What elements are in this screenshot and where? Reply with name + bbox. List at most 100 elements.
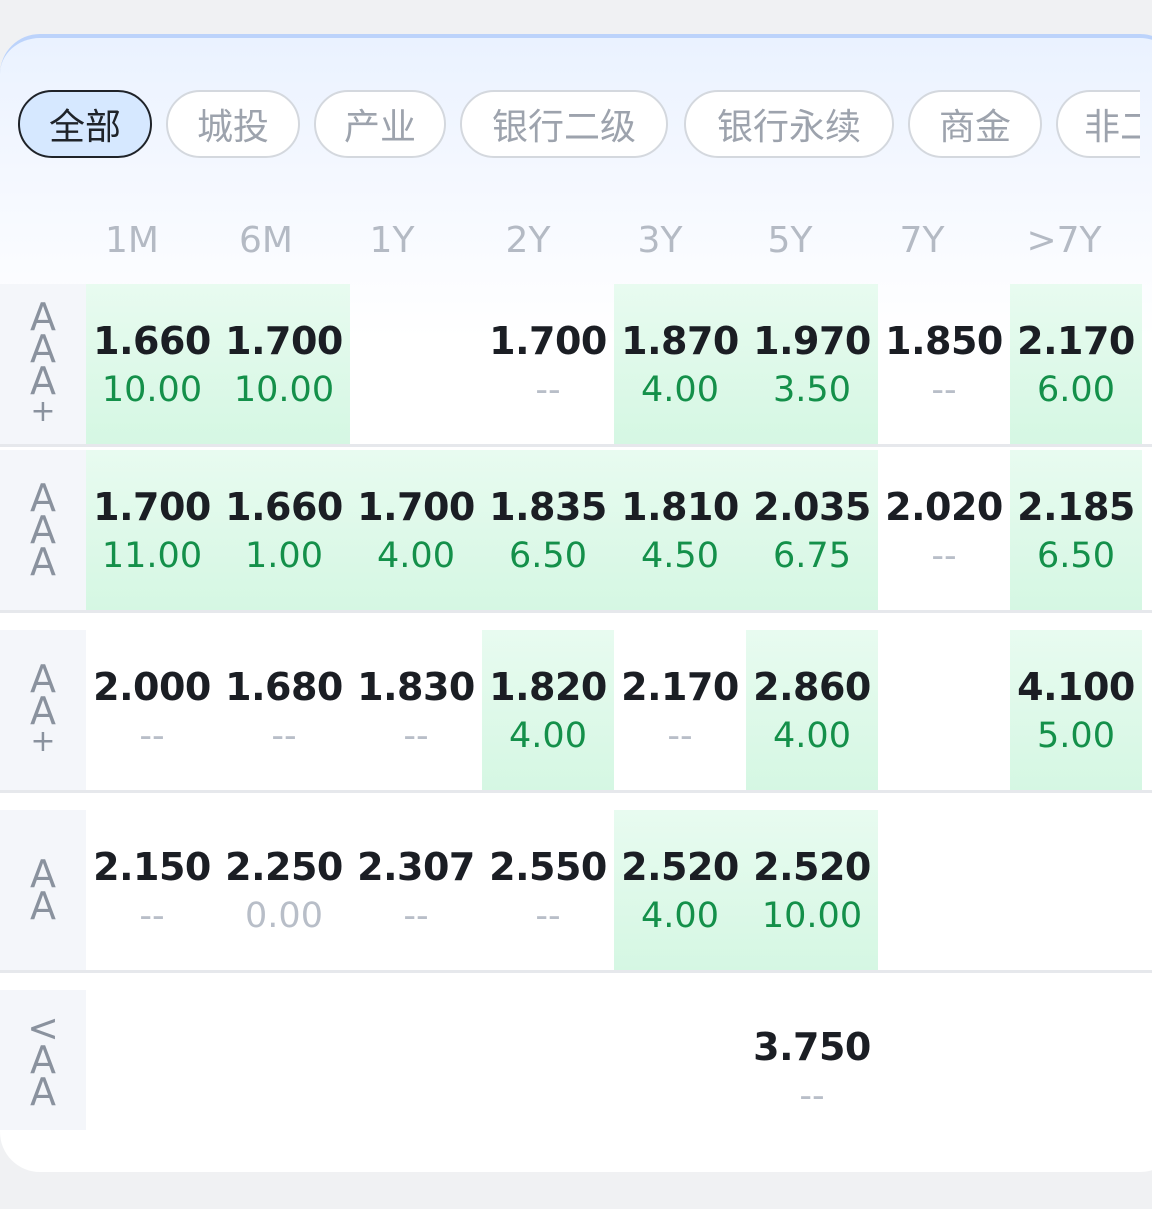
rating-label-char: A [30,540,56,584]
rating-label-char: A [30,359,56,403]
volume-value: 0.00 [245,896,323,936]
tenor-header[interactable]: >7Y [998,220,1130,261]
tab-label: 银行二级 [491,107,636,148]
rating-label: AA [0,810,86,970]
volume-value: -- [799,1076,825,1116]
quote-cell[interactable]: 1.810 4.50 [614,450,746,610]
quote-cell[interactable]: 1.830 -- [350,630,482,790]
quote-cell[interactable]: 2.250 0.00 [218,810,350,970]
tab-4[interactable]: 银行永续 [684,90,894,158]
quote-cell[interactable]: 1.700 10.00 [218,284,350,444]
tab-5[interactable]: 商金 [908,90,1042,158]
yield-value: 2.550 [489,845,607,889]
quote-cell[interactable]: 2.035 6.75 [746,450,878,610]
tenor-header[interactable]: 1Y [326,220,458,261]
quote-cell[interactable]: 1.850 -- [878,284,1010,444]
yield-value: 1.660 [93,319,211,363]
row-divider [0,444,1152,447]
quote-cell[interactable]: 3.750 -- [746,990,878,1150]
volume-value: 1.00 [245,536,323,576]
tenor-header[interactable]: 1M [66,220,198,261]
quote-cell[interactable]: 2.170 -- [614,630,746,790]
yield-value: 1.700 [489,319,607,363]
tab-6[interactable]: 非二 [1056,90,1140,158]
yield-value: 2.520 [753,845,871,889]
volume-value: 4.50 [641,536,719,576]
volume-value: 11.00 [101,536,203,576]
yield-value: 1.810 [621,485,739,529]
quote-cell[interactable]: 1.870 4.00 [614,284,746,444]
rating-label-char: A [30,884,56,928]
tenor-header[interactable]: 5Y [724,220,856,261]
volume-value: -- [535,896,561,936]
volume-value: 4.00 [509,716,587,756]
tenor-header[interactable]: 7Y [856,220,988,261]
tab-3[interactable]: 银行二级 [460,90,668,158]
volume-value: -- [667,716,693,756]
yield-value: 1.835 [489,485,607,529]
volume-value: 4.00 [377,536,455,576]
yield-value: 1.970 [753,319,871,363]
volume-value: -- [931,536,957,576]
volume-value: -- [139,716,165,756]
tenor-header[interactable]: 2Y [462,220,594,261]
tab-2[interactable]: 产业 [314,90,446,158]
yield-value: 1.820 [489,665,607,709]
volume-value: 10.00 [761,896,863,936]
yield-value: 2.307 [357,845,475,889]
rating-label-char: + [30,724,56,759]
tab-0[interactable]: 全部 [18,90,152,158]
yield-value: 2.035 [753,485,871,529]
tab-label: 产业 [343,107,416,148]
yield-value: 4.100 [1017,665,1135,709]
tab-label: 银行永续 [716,107,861,148]
rating-label: < A A [0,990,86,1130]
rating-label-char: A [30,1070,56,1114]
tab-1[interactable]: 城投 [166,90,300,158]
yield-value: 2.250 [225,845,343,889]
quote-cell[interactable]: 2.520 4.00 [614,810,746,970]
quote-cell[interactable]: 2.000 -- [86,630,218,790]
quote-cell[interactable]: 1.700 -- [482,284,614,444]
quote-cell[interactable]: 1.970 3.50 [746,284,878,444]
row-divider [0,610,1152,613]
yield-value: 2.860 [753,665,871,709]
quote-cell[interactable]: 1.700 4.00 [350,450,482,610]
quote-cell[interactable]: 1.700 11.00 [86,450,218,610]
volume-value: -- [139,896,165,936]
yield-value: 1.850 [885,319,1003,363]
volume-value: 6.50 [509,536,587,576]
tab-label: 商金 [938,107,1011,148]
quote-cell[interactable]: 2.150 -- [86,810,218,970]
rating-label-char: + [30,394,56,429]
quote-cell[interactable]: 1.660 10.00 [86,284,218,444]
tenor-header[interactable]: 6M [200,220,332,261]
volume-value: -- [271,716,297,756]
row-divider [0,790,1152,793]
volume-value: -- [403,716,429,756]
quote-cell[interactable]: 1.680 -- [218,630,350,790]
volume-value: 10.00 [101,370,203,410]
yield-value: 3.750 [753,1025,871,1069]
quote-cell[interactable]: 2.550 -- [482,810,614,970]
quote-cell[interactable]: 2.185 6.50 [1010,450,1142,610]
quote-cell[interactable]: 1.835 6.50 [482,450,614,610]
quote-cell[interactable]: 1.660 1.00 [218,450,350,610]
quote-cell[interactable]: 2.020 -- [878,450,1010,610]
tab-label: 城投 [196,107,269,148]
quote-cell[interactable]: 2.307 -- [350,810,482,970]
quote-cell[interactable]: 1.820 4.00 [482,630,614,790]
yield-value: 2.150 [93,845,211,889]
quote-cell[interactable]: 4.100 5.00 [1010,630,1142,790]
yield-value: 1.680 [225,665,343,709]
quote-matrix-card: 全部城投产业银行二级银行永续商金非二 1M6M1Y2Y3Y5Y7Y>7Y AAA… [0,34,1152,1172]
yield-value: 1.700 [93,485,211,529]
yield-value: 2.185 [1017,485,1135,529]
tab-label: 非二 [1084,107,1140,148]
tenor-header-row: 1M 6M 1Y 2Y 3Y 5Y 7Y >7Y [0,220,1152,276]
quote-cell[interactable]: 2.520 10.00 [746,810,878,970]
quote-cell[interactable]: 2.170 6.00 [1010,284,1142,444]
volume-value: 4.00 [773,716,851,756]
quote-cell[interactable]: 2.860 4.00 [746,630,878,790]
tenor-header[interactable]: 3Y [594,220,726,261]
